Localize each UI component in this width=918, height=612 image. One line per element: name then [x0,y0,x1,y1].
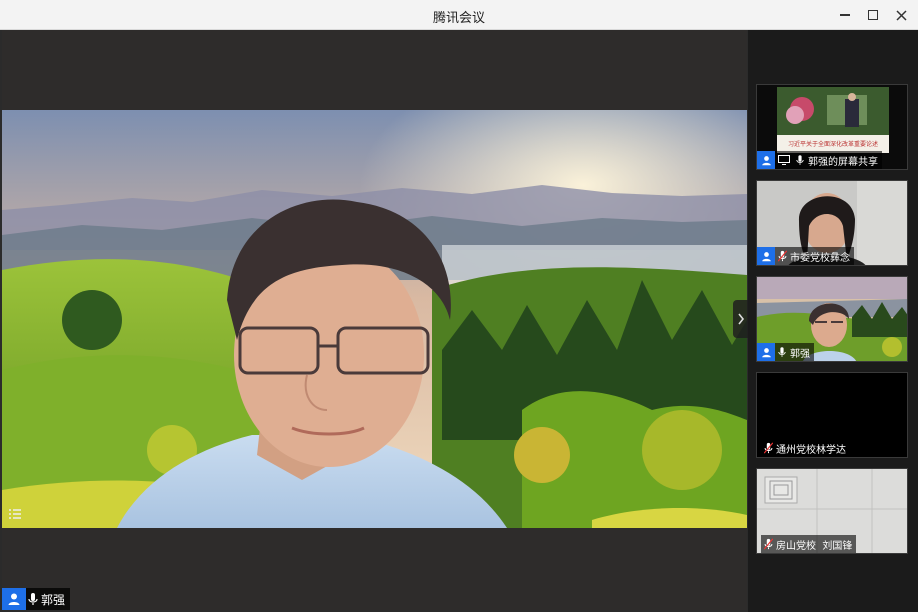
user-icon [2,588,26,610]
user-icon [757,343,775,361]
mic-icon [793,151,807,169]
speaker-name: 郭强 [41,592,66,607]
speaker-label: 郭强 [2,588,71,610]
speaker-video-frame [2,110,747,528]
participant-name: 郭强的屏幕共享 [808,156,878,168]
user-icon [757,151,775,169]
tile-label: 郭强的屏幕共享 [757,151,882,169]
tile-label: 房山党校 刘国锋 [761,535,857,553]
main-video [2,110,747,528]
mic-muted-icon [761,439,775,457]
participant-tile[interactable]: 通州党校林学达 [756,372,908,458]
maximize-button[interactable] [858,0,888,30]
minimize-icon [840,14,850,16]
close-button[interactable] [886,0,916,30]
expand-sidebar-button[interactable] [733,300,749,338]
mic-icon [26,588,40,610]
participant-tile[interactable]: 市委党校彝念 [756,180,908,266]
participant-sidebar: 习近平关于全面深化改革重要论述 郭强的屏幕共享 市委党校彝念 郭强 通州党校林学… [748,30,918,612]
chevron-right-icon [738,313,745,325]
mic-muted-icon [775,247,789,265]
screen-share-icon [775,151,793,169]
main-stage: 郭强 [2,30,749,610]
slide-caption: 习近平关于全面深化改革重要论述 [787,141,878,148]
close-icon [895,9,907,21]
participant-name: 郭强 [790,348,810,360]
tile-label: 市委党校彝念 [757,247,854,265]
title-bar: 腾讯会议 [0,0,918,30]
participant-name: 房山党校 刘国锋 [776,540,853,552]
participant-tile[interactable]: 郭强 [756,276,908,362]
window-title: 腾讯会议 [432,11,485,26]
participant-tile[interactable]: 习近平关于全面深化改革重要论述 郭强的屏幕共享 [756,84,908,170]
mic-muted-icon [761,535,775,553]
participant-name: 市委党校彝念 [790,252,850,264]
meeting-window: 腾讯会议 郭强 习近平关于全面深化改革重要论述 郭强的屏幕共享 市委党校彝念 郭… [0,0,918,612]
maximize-icon [868,10,878,20]
tile-label: 郭强 [757,343,814,361]
tile-label: 通州党校林学达 [761,439,850,457]
user-icon [757,247,775,265]
minimize-button[interactable] [830,0,860,30]
participant-tile[interactable]: 房山党校 刘国锋 [756,468,908,554]
mic-icon [775,343,789,361]
list-icon[interactable] [8,506,22,520]
participant-name: 通州党校林学达 [776,444,846,456]
